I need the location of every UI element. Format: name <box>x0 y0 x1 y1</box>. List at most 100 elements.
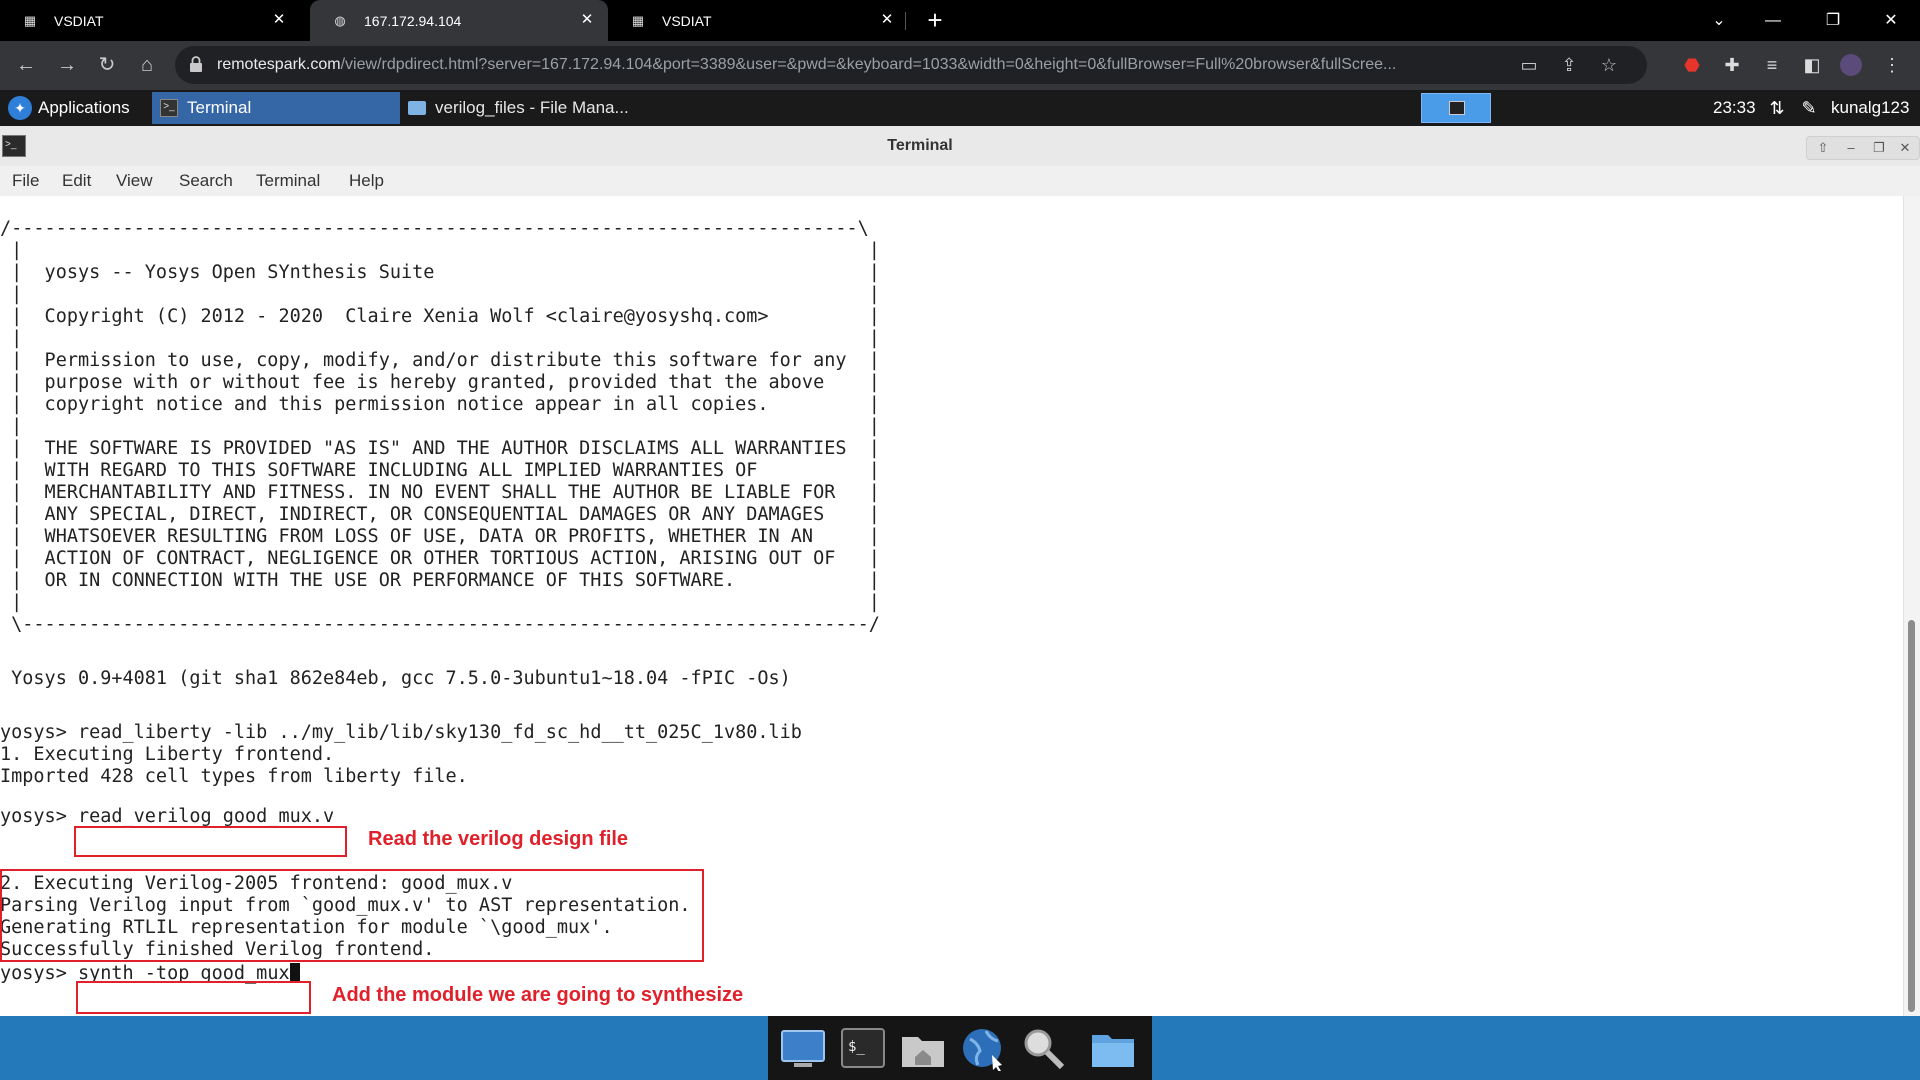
banner-line: \---------------------------------------… <box>0 614 880 635</box>
close-window-button[interactable]: ✕ <box>1868 0 1914 41</box>
minimize-icon[interactable]: – <box>1839 138 1863 158</box>
reload-icon[interactable]: ↻ <box>93 51 121 79</box>
svg-text:$_: $_ <box>848 1039 865 1055</box>
taskbar-item-terminal[interactable]: >_ Terminal <box>152 92 400 124</box>
applications-label: Applications <box>38 98 130 117</box>
restore-button[interactable]: ❐ <box>1810 0 1856 41</box>
applications-menu[interactable]: ✦ Applications <box>0 90 130 126</box>
home-icon[interactable]: ⌂ <box>133 51 161 79</box>
output-line: 1. Executing Liberty frontend. <box>0 744 335 765</box>
banner-line: | WITH REGARD TO THIS SOFTWARE INCLUDING… <box>0 460 880 481</box>
web-browser-icon[interactable] <box>958 1025 1008 1071</box>
menu-search[interactable]: Search <box>179 166 233 196</box>
banner-line: | OR IN CONNECTION WITH THE USE OR PERFO… <box>0 570 880 591</box>
dock: $_ <box>768 1016 1152 1080</box>
banner-line: | yosys -- Yosys Open SYnthesis Suite | <box>0 262 880 283</box>
browser-tab-strip: ▦ VSDIAT ✕ ◍ 167.172.94.104 ✕ ▦ VSDIAT ✕… <box>0 0 1920 41</box>
menu-edit[interactable]: Edit <box>62 166 91 196</box>
taskbar-item-label: verilog_files - File Mana... <box>435 98 629 117</box>
banner-line: | | <box>0 416 880 437</box>
banner-line: | | <box>0 240 880 261</box>
tab-label: 167.172.94.104 <box>364 12 462 29</box>
new-tab-button[interactable]: + <box>921 6 949 34</box>
banner-line: /---------------------------------------… <box>0 218 869 239</box>
browser-toolbar: ← → ↻ ⌂ remotespark.com/view/rdpdirect.h… <box>0 41 1920 90</box>
home-folder-icon[interactable] <box>898 1025 948 1071</box>
terminal-icon[interactable]: $_ <box>838 1025 888 1071</box>
highlight-box <box>0 869 704 962</box>
folder-icon[interactable] <box>1088 1025 1138 1071</box>
url-domain: remotespark.com <box>217 56 341 73</box>
bookmark-star-icon[interactable]: ☆ <box>1599 55 1619 75</box>
lock-icon <box>190 56 202 72</box>
prompt: yosys> <box>0 722 78 743</box>
workspace-switcher[interactable] <box>1421 93 1491 123</box>
media-queue-icon[interactable]: ≡ <box>1760 53 1784 77</box>
profile-avatar[interactable] <box>1840 54 1862 76</box>
banner-line: | Copyright (C) 2012 - 2020 Claire Xenia… <box>0 306 880 327</box>
menu-file[interactable]: File <box>12 166 39 196</box>
extensions-puzzle-icon[interactable]: ✚ <box>1720 53 1744 77</box>
share-icon[interactable]: ⇪ <box>1559 55 1579 75</box>
taskbar-item-label: Terminal <box>187 98 252 117</box>
user-name[interactable]: kunalg123 <box>1831 90 1909 126</box>
network-transfer-icon[interactable]: ⇅ <box>1766 96 1788 120</box>
command-text: read_verilog good_mux.v <box>77 806 335 827</box>
terminal-output[interactable]: /---------------------------------------… <box>0 196 1903 1016</box>
menu-view[interactable]: View <box>116 166 153 196</box>
annotation-read-verilog: Read the verilog design file <box>368 828 629 850</box>
tab-label: VSDIAT <box>662 12 712 29</box>
back-icon[interactable]: ← <box>12 51 40 79</box>
window-title: Terminal <box>887 137 953 154</box>
side-panel-icon[interactable]: ◧ <box>1800 53 1824 77</box>
banner-line: | Permission to use, copy, modify, and/o… <box>0 350 880 371</box>
clock[interactable]: 23:33 <box>1713 90 1756 126</box>
terminal-menu-bar: File Edit View Search Terminal Help <box>0 166 1920 197</box>
desktop-panel: ✦ Applications >_ Terminal verilog_files… <box>0 90 1920 126</box>
xfce-logo-icon: ✦ <box>8 96 32 120</box>
notes-icon[interactable]: ✎ <box>1798 96 1820 120</box>
close-icon[interactable]: ✕ <box>578 11 596 29</box>
browser-tab-3[interactable]: ▦ VSDIAT ✕ <box>608 0 908 41</box>
banner-line: | copyright notice and this permission n… <box>0 394 880 415</box>
minimize-button[interactable]: — <box>1750 0 1796 41</box>
close-icon[interactable]: ✕ <box>270 11 288 29</box>
command-line-2: yosys> read_verilog good_mux.v <box>0 806 334 828</box>
banner-line: | THE SOFTWARE IS PROVIDED "AS IS" AND T… <box>0 438 880 459</box>
banner-line: | MERCHANTABILITY AND FITNESS. IN NO EVE… <box>0 482 880 503</box>
close-icon[interactable]: ✕ <box>1893 138 1917 158</box>
search-icon[interactable] <box>1018 1025 1068 1071</box>
version-line: Yosys 0.9+4081 (git sha1 862e84eb, gcc 7… <box>0 668 791 689</box>
taskbar-item-file-manager[interactable]: verilog_files - File Mana... <box>400 92 648 124</box>
highlight-box <box>76 981 311 1014</box>
extension-stop-icon[interactable]: ⬣ <box>1680 53 1704 77</box>
prompt: yosys> <box>0 963 78 984</box>
tab-label: VSDIAT <box>54 12 104 29</box>
window-title-bar[interactable]: >_ Terminal ⇧ – ❐ ✕ <box>0 126 1920 167</box>
forward-icon[interactable]: → <box>53 51 81 79</box>
tab-search-icon[interactable]: ⌄ <box>1696 0 1742 41</box>
close-icon[interactable]: ✕ <box>878 11 896 29</box>
maximize-icon[interactable]: ❐ <box>1867 138 1891 158</box>
output-line: Imported 428 cell types from liberty fil… <box>0 766 468 787</box>
menu-terminal[interactable]: Terminal <box>256 166 320 196</box>
window-controls: ⇧ – ❐ ✕ <box>1806 136 1920 160</box>
command-text: read_liberty -lib ../my_lib/lib/sky130_f… <box>77 722 802 743</box>
desktop-icon[interactable] <box>778 1025 828 1071</box>
address-bar[interactable]: remotespark.com/view/rdpdirect.html?serv… <box>175 46 1647 84</box>
clipboard-icon[interactable]: ▭ <box>1519 55 1539 75</box>
banner-line: | purpose with or without fee is hereby … <box>0 372 880 393</box>
scrollbar-thumb[interactable] <box>1908 620 1915 1012</box>
roll-up-icon[interactable]: ⇧ <box>1811 138 1835 158</box>
folder-icon <box>408 101 426 115</box>
tab-separator <box>905 12 906 30</box>
browser-tab-1[interactable]: ▦ VSDIAT ✕ <box>0 0 300 41</box>
more-menu-icon[interactable]: ⋮ <box>1880 53 1904 77</box>
annotation-synth-top: Add the module we are going to synthesiz… <box>332 984 744 1006</box>
menu-help[interactable]: Help <box>349 166 384 196</box>
browser-tab-2[interactable]: ◍ 167.172.94.104 ✕ <box>310 0 608 41</box>
url-text: remotespark.com/view/rdpdirect.html?serv… <box>217 46 1507 84</box>
chip-icon: ▦ <box>631 12 645 28</box>
text-cursor <box>289 963 300 982</box>
url-path: /view/rdpdirect.html?server=167.172.94.1… <box>340 56 1397 73</box>
